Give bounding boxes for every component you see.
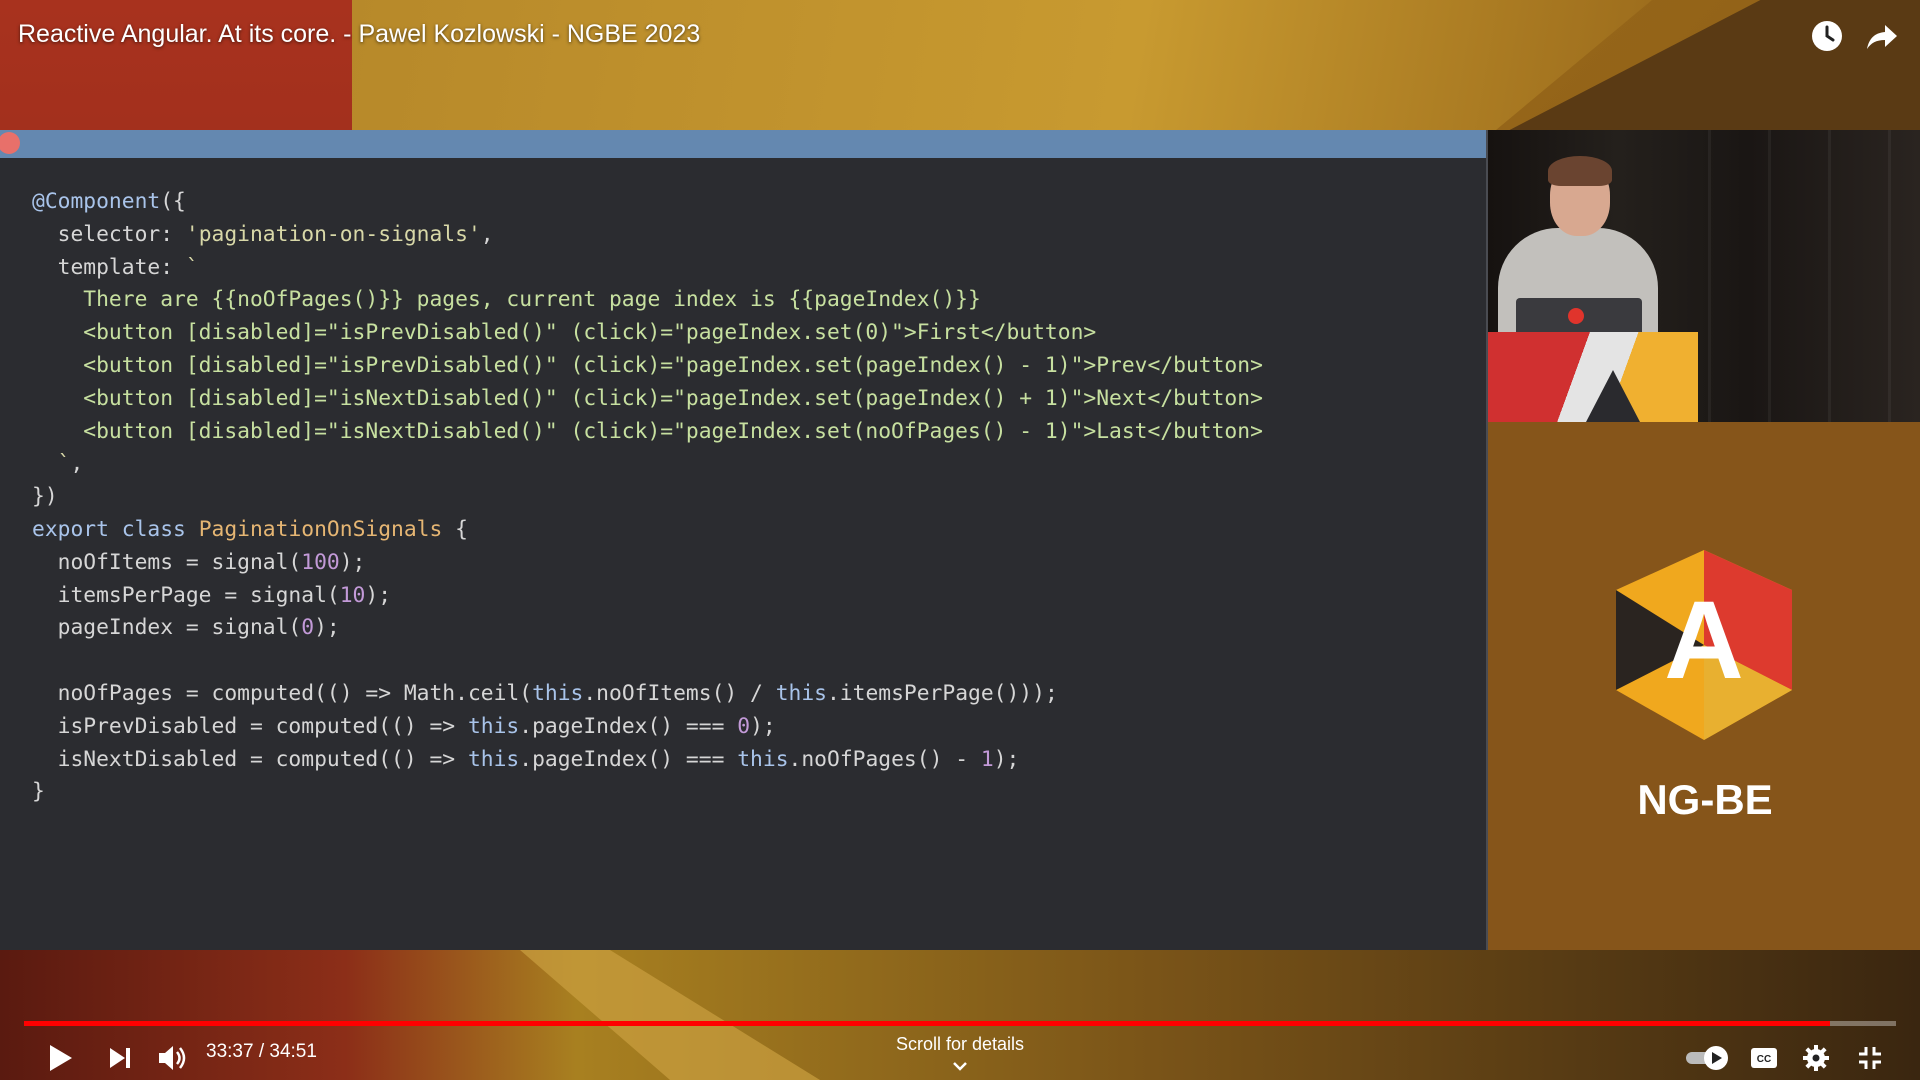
captions-icon: CC: [1751, 1048, 1777, 1068]
next-button[interactable]: [100, 1038, 140, 1078]
exit-fullscreen-button[interactable]: [1850, 1038, 1890, 1078]
ngbe-logo-letter: A: [1664, 579, 1743, 702]
captions-button[interactable]: CC: [1744, 1038, 1784, 1078]
code-line: isPrevDisabled = computed(() => this.pag…: [32, 713, 776, 739]
chevron-down-icon[interactable]: [948, 1058, 972, 1076]
code-line: pageIndex = signal(0);: [32, 615, 340, 641]
watch-later-button[interactable]: [1807, 16, 1847, 56]
autoplay-toggle-icon: [1686, 1046, 1728, 1070]
settings-button[interactable]: [1796, 1038, 1836, 1078]
curtain-fold: [1768, 130, 1771, 422]
play-button[interactable]: [40, 1038, 80, 1078]
code-block: @Component({ selector: 'pagination-on-si…: [32, 186, 1263, 809]
podium: [1488, 332, 1698, 422]
clock-icon: [1812, 21, 1842, 51]
code-line: isNextDisabled = computed(() => this.pag…: [32, 746, 1020, 772]
scroll-for-details-label[interactable]: Scroll for details: [860, 1034, 1060, 1055]
slide-code-panel: @Component({ selector: 'pagination-on-si…: [0, 130, 1488, 950]
share-icon: [1867, 25, 1897, 49]
laptop-sticker: [1568, 308, 1584, 324]
curtain-fold: [1888, 130, 1891, 422]
code-line: <button [disabled]="isNextDisabled()" (c…: [32, 385, 1263, 411]
volume-button[interactable]: [152, 1038, 192, 1078]
exit-fullscreen-icon: [1859, 1047, 1881, 1069]
code-line: noOfItems = signal(100);: [32, 549, 366, 575]
curtain-fold: [1828, 130, 1831, 422]
brand-name: NG-BE: [1637, 776, 1773, 823]
code-line: <button [disabled]="isNextDisabled()" (c…: [32, 418, 1263, 444]
play-icon: [50, 1045, 72, 1071]
video-title[interactable]: Reactive Angular. At its core. - Pawel K…: [18, 20, 700, 49]
code-line: @Component({: [32, 189, 186, 214]
volume-icon: [159, 1046, 186, 1070]
curtain-fold: [1708, 130, 1711, 422]
code-line: `,: [57, 451, 84, 477]
code-line: }: [32, 779, 45, 805]
progress-bar-played: [24, 1021, 1831, 1026]
code-line: selector: 'pagination-on-signals',: [32, 221, 494, 247]
code-line: noOfPages = computed(() => Math.ceil(thi…: [32, 680, 1058, 706]
share-button[interactable]: [1862, 16, 1902, 56]
code-line: itemsPerPage = signal(10);: [32, 582, 392, 608]
svg-text:CC: CC: [1757, 1054, 1771, 1065]
slide-window-bar: [0, 130, 1486, 158]
code-line: }): [32, 484, 58, 510]
speaker-camera-feed: [1488, 130, 1920, 422]
code-line: <button [disabled]="isPrevDisabled()" (c…: [32, 320, 1097, 346]
speaker-hair: [1548, 156, 1612, 186]
code-line: <button [disabled]="isPrevDisabled()" (c…: [32, 352, 1263, 378]
code-line: export class PaginationOnSignals {: [32, 516, 468, 542]
ngbe-logo: A: [1616, 550, 1792, 740]
code-line: template: `: [32, 254, 199, 280]
next-icon: [110, 1048, 130, 1068]
time-display: 33:37 / 34:51: [206, 1041, 317, 1062]
autoplay-toggle[interactable]: [1682, 1038, 1732, 1078]
gear-icon: [1803, 1045, 1829, 1071]
code-line: There are {{noOfPages()}} pages, current…: [32, 287, 981, 313]
